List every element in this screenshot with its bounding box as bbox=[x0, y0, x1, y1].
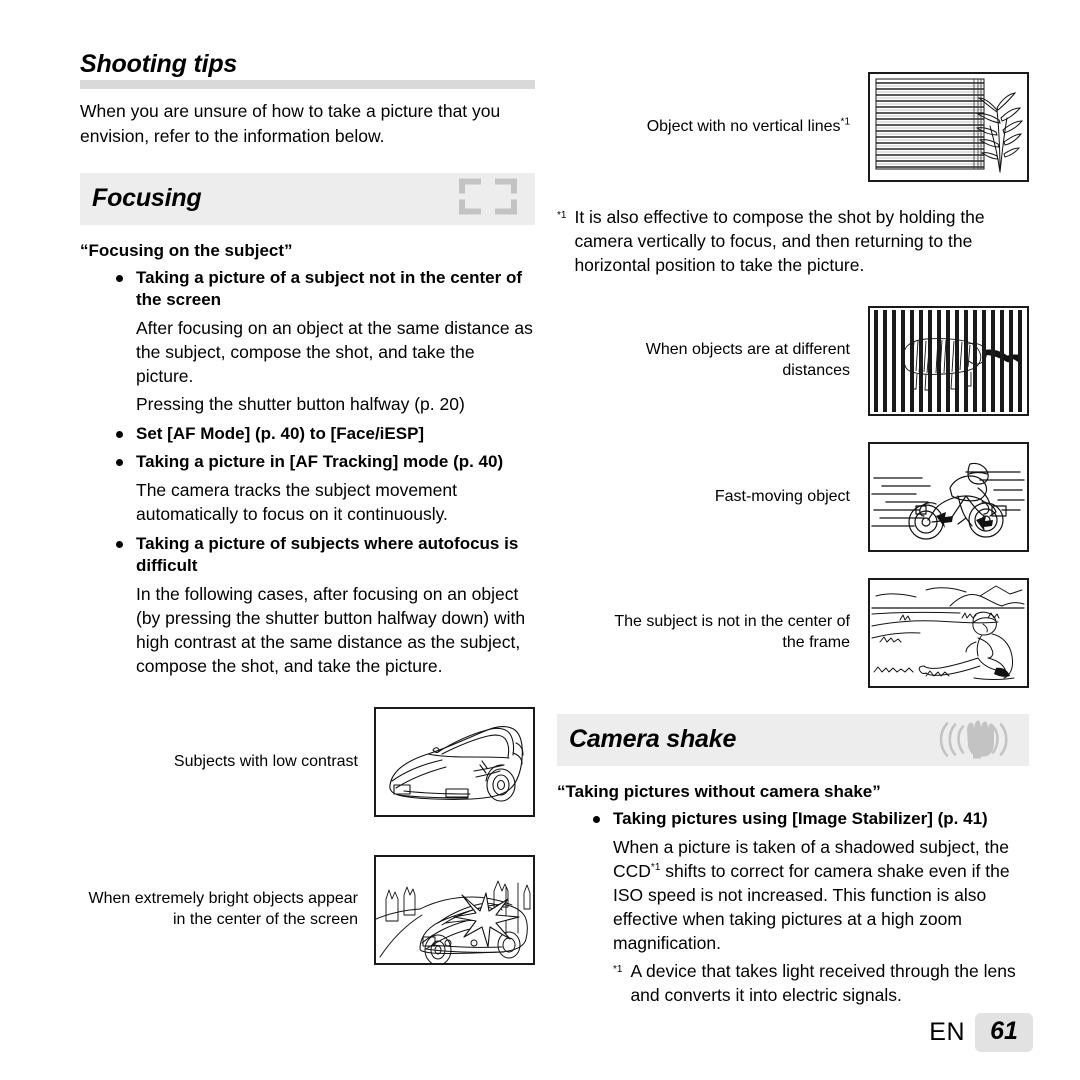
horizontal-blinds-with-plant-illustration bbox=[868, 72, 1029, 182]
section-header-camera-shake: Camera shake bbox=[557, 713, 1029, 766]
bullet-item: Taking a picture in [AF Tracking] mode (… bbox=[114, 451, 535, 473]
page-footer: EN 61 bbox=[929, 1012, 1033, 1052]
footnote-mark: *1 bbox=[557, 210, 567, 221]
figure-caption-text: Object with no vertical lines bbox=[646, 117, 841, 135]
camera-shake-bullet-list: Taking pictures using [Image Stabilizer]… bbox=[557, 808, 1029, 830]
figure-no-vertical-lines: Object with no vertical lines*1 bbox=[557, 72, 1029, 182]
tiger-behind-bars-illustration bbox=[868, 305, 1029, 416]
figure-caption: Fast-moving object bbox=[714, 487, 850, 505]
focusing-bullet-list: Taking a picture of a subject not in the… bbox=[80, 267, 535, 311]
bullet-label: Taking a picture of a subject not in the… bbox=[136, 267, 523, 309]
footnote-text: It is also effective to compose the shot… bbox=[574, 207, 985, 275]
focusing-para-3: The camera tracks the subject movement a… bbox=[136, 479, 457, 524]
focusing-bullet-list-3: Taking a picture of subjects where autof… bbox=[80, 533, 535, 577]
right-column: Object with no vertical lines*1 *1 It is… bbox=[557, 72, 1029, 1008]
camera-shake-para: When a picture is taken of a shadowed su… bbox=[613, 837, 1010, 953]
footnote-text: A device that takes light received throu… bbox=[630, 960, 1016, 1005]
bullet-label: Taking pictures using [Image Stabilizer]… bbox=[613, 808, 988, 828]
bullet-item: Set [AF Mode] (p. 40) to [Face/iESP] bbox=[114, 423, 535, 445]
page-title: Shooting tips bbox=[80, 50, 238, 78]
bullet-item: Taking a picture of subjects where autof… bbox=[114, 533, 535, 577]
figure-caption: When objects are at different distances bbox=[645, 341, 850, 379]
figure-fast-moving: Fast-moving object bbox=[557, 441, 1029, 552]
figure-low-contrast: Subjects with low contrast bbox=[80, 706, 535, 817]
figure-different-distances: When objects are at different distances bbox=[557, 305, 1029, 416]
focusing-para-1: After focusing on an object at the same … bbox=[136, 317, 533, 386]
figure-caption-footnote-mark: *1 bbox=[840, 116, 850, 128]
manual-page: Shooting tips When you are unsure of how… bbox=[0, 0, 1080, 1080]
figure-caption: When extremely bright objects appear in … bbox=[88, 890, 358, 928]
focusing-bullet-list-2: Set [AF Mode] (p. 40) to [Face/iESP] Tak… bbox=[80, 423, 535, 473]
bullet-item: Taking pictures using [Image Stabilizer]… bbox=[591, 808, 1029, 830]
hand-shake-icon bbox=[937, 716, 1011, 763]
footer-language-code: EN bbox=[929, 1017, 965, 1046]
section-header-focusing: Focusing bbox=[80, 172, 535, 225]
bullet-label: Taking a picture of subjects where autof… bbox=[136, 533, 519, 575]
bullet-label: Set [AF Mode] (p. 40) to [Face/iESP] bbox=[136, 423, 425, 443]
footnote-vertical-lines: *1 It is also effective to compose the s… bbox=[557, 206, 1029, 278]
title-underline-rule bbox=[80, 80, 535, 89]
bullet-label: Taking a picture in [AF Tracking] mode (… bbox=[136, 451, 504, 471]
figure-bright-objects: When extremely bright objects appear in … bbox=[80, 854, 535, 965]
bullet-item: Taking a picture of a subject not in the… bbox=[114, 267, 535, 311]
section-title-focusing: Focusing bbox=[92, 184, 202, 213]
figure-off-center: The subject is not in the center of the … bbox=[557, 577, 1029, 688]
footer-page-number: 61 bbox=[975, 1012, 1033, 1052]
inline-footnote-mark: *1 bbox=[650, 862, 661, 874]
car-with-sun-flare-illustration bbox=[374, 854, 535, 965]
section-title-camera-shake: Camera shake bbox=[569, 725, 737, 754]
figure-caption: The subject is not in the center of the … bbox=[614, 613, 850, 651]
left-column: Shooting tips When you are unsure of how… bbox=[80, 52, 535, 965]
subhead-camera-shake: “Taking pictures without camera shake” bbox=[557, 781, 881, 801]
footnote-ccd: *1 A device that takes light received th… bbox=[613, 960, 1029, 1008]
sports-car-illustration bbox=[374, 706, 535, 817]
focusing-para-4: In the following cases, after focusing o… bbox=[136, 584, 526, 676]
person-on-beach-illustration bbox=[868, 577, 1029, 688]
figure-caption: Object with no vertical lines*1 bbox=[557, 117, 850, 138]
footnote-mark: *1 bbox=[613, 963, 623, 975]
intro-paragraph: When you are unsure of how to take a pic… bbox=[80, 101, 501, 146]
focusing-para-2: Pressing the shutter button halfway (p. … bbox=[136, 393, 465, 414]
figure-caption: Subjects with low contrast bbox=[173, 752, 358, 770]
motorcycle-speed-illustration bbox=[868, 441, 1029, 552]
subhead-focusing-on-subject: “Focusing on the subject” bbox=[80, 240, 293, 260]
focus-frame-icon bbox=[459, 178, 517, 219]
